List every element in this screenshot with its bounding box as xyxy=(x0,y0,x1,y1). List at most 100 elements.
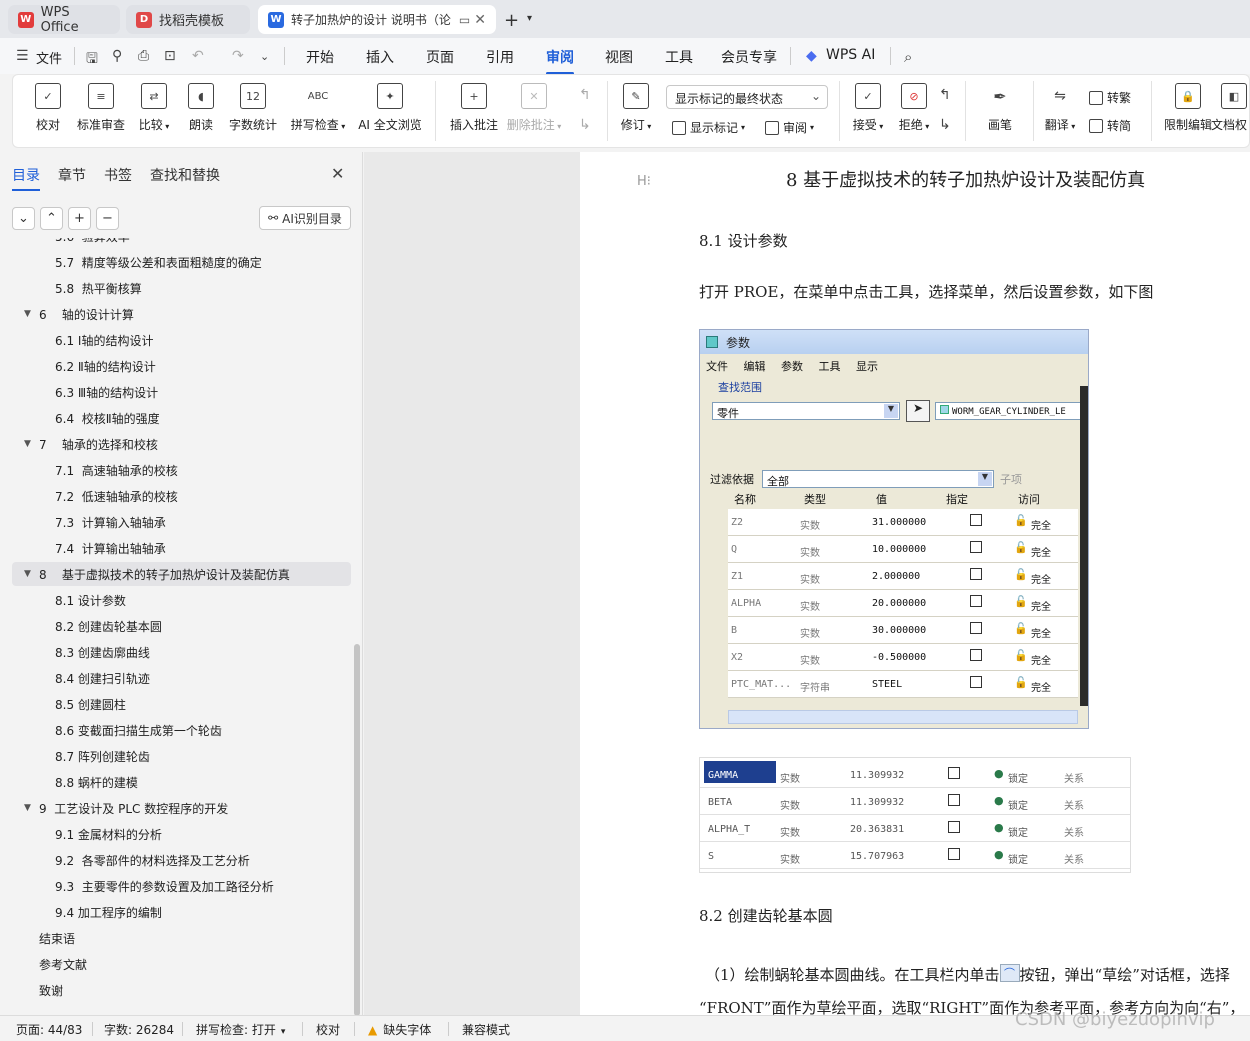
insert-comment-button[interactable]: + 插入批注 xyxy=(443,83,505,133)
spell-check-button[interactable]: ABC 拼写检查 ▾ xyxy=(285,83,351,133)
chevron-down-icon[interactable]: ▾ xyxy=(527,13,532,24)
menu-review[interactable]: 审阅 xyxy=(546,47,574,75)
menu-member[interactable]: 会员专享 xyxy=(721,47,777,67)
toc-item[interactable]: 致谢 xyxy=(12,978,351,1002)
toc-item[interactable]: 5.8 热平衡核算 xyxy=(12,276,351,300)
previous-comment-icon[interactable]: ↰ xyxy=(579,87,591,103)
toc-item[interactable]: 结束语 xyxy=(12,926,351,950)
previous-change-icon[interactable]: ↰ xyxy=(939,87,951,103)
add-level-button[interactable]: + xyxy=(68,207,91,230)
doc-permission-button[interactable]: ◧ 文档权 xyxy=(1211,83,1250,133)
tab-document[interactable]: W 转子加热炉的设计 说明书（论 ▭ ✕ xyxy=(258,5,496,34)
menu-tools[interactable]: 工具 xyxy=(665,47,693,67)
menu-home[interactable]: 开始 xyxy=(306,47,334,67)
redo-icon[interactable]: ↷ xyxy=(232,48,244,64)
toc-item[interactable]: ▼ 6 轴的设计计算 xyxy=(12,302,351,326)
button-label: 翻译 xyxy=(1044,118,1069,132)
menu-page[interactable]: 页面 xyxy=(426,47,454,67)
toc-item[interactable]: 5.7 精度等级公差和表面粗糙度的确定 xyxy=(12,250,351,274)
toc-item[interactable]: 参考文献 xyxy=(12,952,351,976)
expand-arrow-icon[interactable]: ▼ xyxy=(24,439,31,449)
print-icon[interactable]: ⎙ xyxy=(138,48,149,64)
toc-item[interactable]: 7.1 高速轴轴承的校核 xyxy=(12,458,351,482)
collapse-down-button[interactable]: ⌄ xyxy=(12,207,35,230)
menu-insert[interactable]: 插入 xyxy=(366,47,394,67)
tab-docer[interactable]: D 找稻壳模板 xyxy=(126,5,250,34)
tab-wps-office[interactable]: W WPS Office xyxy=(8,5,120,35)
expand-arrow-icon[interactable]: ▼ xyxy=(24,569,31,579)
expand-arrow-icon[interactable]: ▼ xyxy=(24,309,31,319)
next-comment-icon[interactable]: ↳ xyxy=(579,117,591,133)
nav-tab-chapters[interactable]: 章节 xyxy=(58,165,86,185)
expand-arrow-icon[interactable]: ▼ xyxy=(24,803,31,813)
show-markup-button[interactable]: 显示标记 ▾ xyxy=(672,119,745,136)
monitor-icon[interactable]: ▭ xyxy=(459,13,470,27)
menu-references[interactable]: 引用 xyxy=(486,47,514,67)
nav-tab-toc[interactable]: 目录 xyxy=(12,165,40,191)
next-change-icon[interactable]: ↳ xyxy=(939,117,951,133)
heading-marker-icon[interactable]: H⁝ xyxy=(637,174,651,189)
save-icon[interactable]: 🖫 xyxy=(86,48,98,72)
to-simplified-button[interactable]: 转简 xyxy=(1089,117,1131,134)
pen-button[interactable]: ✒ 画笔 xyxy=(969,83,1031,133)
nav-scrollbar[interactable] xyxy=(354,644,360,1016)
new-tab-icon[interactable]: + xyxy=(504,10,519,31)
restrict-edit-button[interactable]: 🔒 限制编辑 xyxy=(1157,83,1219,133)
word-count-button[interactable]: 12 字数统计 xyxy=(222,83,284,133)
toc-item[interactable]: 7.4 计算输出轴轴承 xyxy=(12,536,351,560)
nav-tab-bookmarks[interactable]: 书签 xyxy=(104,165,132,185)
spell-check-status[interactable]: 拼写检查: 打开 ▾ xyxy=(196,1021,285,1038)
delete-comment-button[interactable]: ✕ 删除批注 ▾ xyxy=(503,83,565,133)
toc-item[interactable]: 7.2 低速轴轴承的校核 xyxy=(12,484,351,508)
toc-item[interactable]: 8.7 阵列创建轮齿 xyxy=(12,744,351,768)
toc-item[interactable]: 8.6 变截面扫描生成第一个轮齿 xyxy=(12,718,351,742)
ai-toc-button[interactable]: ⚯ AI识别目录 xyxy=(259,206,351,230)
toc-item[interactable]: 5.6 验算效率 xyxy=(12,238,351,248)
toc-item[interactable]: 8.3 创建齿廓曲线 xyxy=(12,640,351,664)
to-traditional-button[interactable]: 转繁 xyxy=(1089,89,1131,106)
toc-item[interactable]: 7.3 计算输入轴轴承 xyxy=(12,510,351,534)
hamburger-icon[interactable]: ☰ xyxy=(16,48,29,64)
remove-level-button[interactable]: − xyxy=(96,207,119,230)
toc-item[interactable]: 8.5 创建圆柱 xyxy=(12,692,351,716)
toc-item[interactable]: ▼ 8 基于虚拟技术的转子加热炉设计及装配仿真 xyxy=(12,562,351,586)
search-icon[interactable]: ⌕ xyxy=(904,48,912,66)
close-icon[interactable]: ✕ xyxy=(474,12,486,28)
menu-view[interactable]: 视图 xyxy=(605,47,633,67)
toc-item[interactable]: 9.1 金属材料的分析 xyxy=(12,822,351,846)
reject-button[interactable]: ⊘ 拒绝 ▾ xyxy=(883,83,945,133)
toc-item[interactable]: ▼ 7 轴承的选择和校核 xyxy=(12,432,351,456)
collapse-up-button[interactable]: ⌃ xyxy=(40,207,63,230)
toc-item[interactable]: 6.3 Ⅲ轴的结构设计 xyxy=(12,380,351,404)
toc-item[interactable]: 9.2 各零部件的材料选择及工艺分析 xyxy=(12,848,351,872)
markup-mode-dropdown[interactable]: 显示标记的最终状态 ⌄ xyxy=(666,85,828,109)
menu-wps-ai[interactable]: WPS AI xyxy=(826,47,875,63)
toc-item[interactable]: 8.2 创建齿轮基本圆 xyxy=(12,614,351,638)
button-label: 删除批注 xyxy=(506,118,555,132)
menu-file[interactable]: 文件 xyxy=(36,48,62,67)
chevron-down-icon[interactable]: ⌄ xyxy=(260,50,269,63)
page-indicator[interactable]: 页面: 44/83 xyxy=(16,1021,82,1038)
ai-proofread-button[interactable]: ✦ AI 全文浏览 xyxy=(355,83,425,133)
toc-item[interactable]: 8.8 蜗杆的建模 xyxy=(12,770,351,794)
nav-tab-find-replace[interactable]: 查找和替换 xyxy=(150,165,220,185)
undo-icon[interactable]: ↶ xyxy=(192,48,204,64)
toc-item[interactable]: 6.4 校核Ⅱ轴的强度 xyxy=(12,406,351,430)
close-icon[interactable]: ✕ xyxy=(331,164,344,183)
compat-mode-status[interactable]: 兼容模式 xyxy=(462,1021,510,1038)
toc-item[interactable]: 9.4 加工程序的编制 xyxy=(12,900,351,924)
track-changes-button[interactable]: ✎ 修订 ▾ xyxy=(605,83,667,133)
toc-item[interactable]: 6.1 Ⅰ轴的结构设计 xyxy=(12,328,351,352)
toc-item[interactable]: 6.2 Ⅱ轴的结构设计 xyxy=(12,354,351,378)
translate-button[interactable]: ⇋ 翻译 ▾ xyxy=(1029,83,1091,133)
review-pane-button[interactable]: 审阅 ▾ xyxy=(765,119,814,136)
toc-item[interactable]: ▼ 9 工艺设计及 PLC 数控程序的开发 xyxy=(12,796,351,820)
toc-item[interactable]: 9.3 主要零件的参数设置及加工路径分析 xyxy=(12,874,351,898)
toc-item[interactable]: 8.4 创建扫引轨迹 xyxy=(12,666,351,690)
missing-font-status[interactable]: ▲ 缺失字体 xyxy=(368,1021,431,1038)
print-preview-icon[interactable]: ⊡ xyxy=(164,48,176,64)
word-count-indicator[interactable]: 字数: 26284 xyxy=(104,1021,174,1038)
proofread-status[interactable]: 校对 xyxy=(316,1021,340,1038)
toc-item[interactable]: 8.1 设计参数 xyxy=(12,588,351,612)
link-icon[interactable]: ⚲ xyxy=(112,48,122,64)
